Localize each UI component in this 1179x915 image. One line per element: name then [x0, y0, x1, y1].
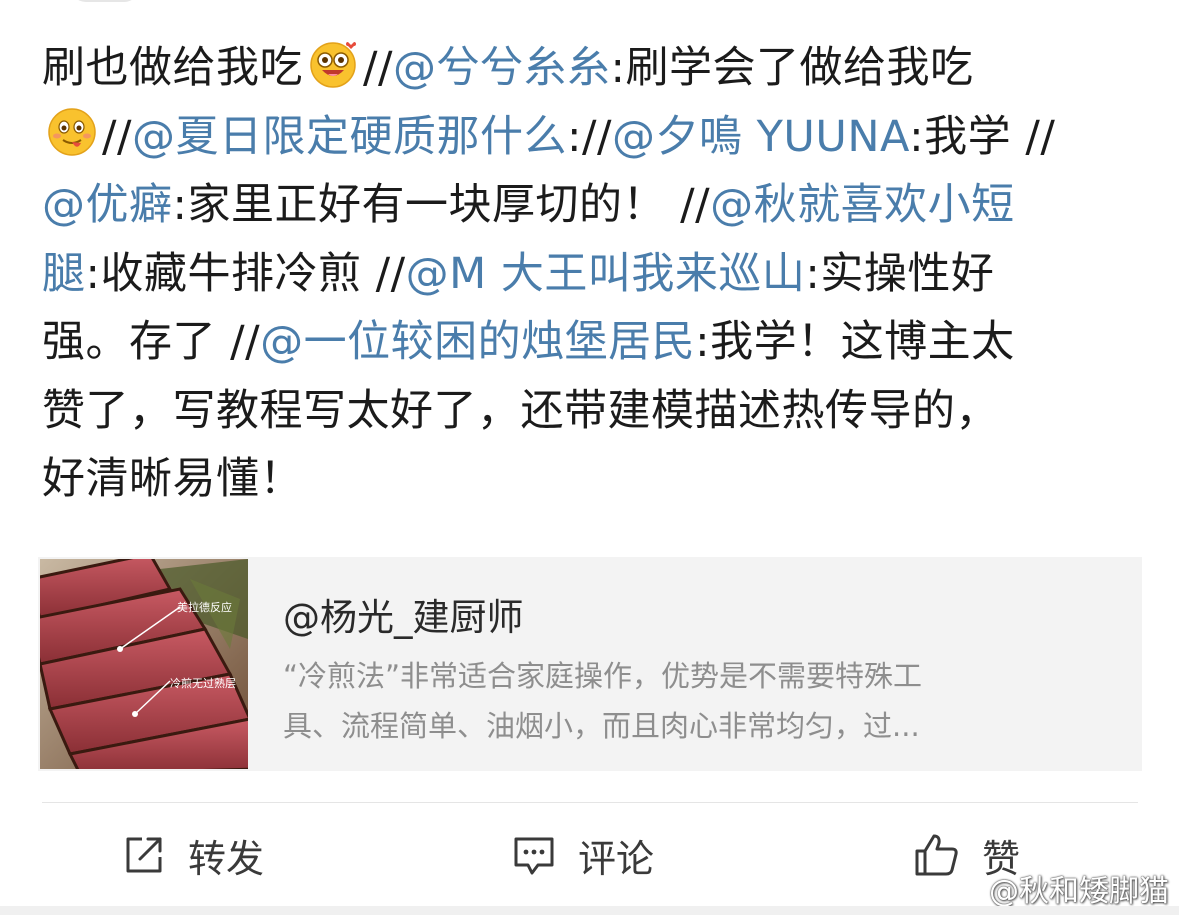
mention-link[interactable]: @秋就喜欢小短 — [710, 180, 1015, 230]
post-line-7: 好清晰易懂！ — [42, 454, 303, 504]
shared-article-card[interactable]: 美拉德反应 冷煎无过熟层 @杨光_建厨师 “冷煎法”非常适合家庭操作，优势是不需… — [38, 557, 1142, 771]
repost-label: 转发 — [188, 836, 265, 881]
steak-image: 美拉德反应 冷煎无过熟层 — [40, 559, 248, 769]
top-cutoff-element — [70, 0, 140, 2]
comment-label: 评论 — [578, 836, 655, 881]
post-text-segment: :家里正好有一块厚切的！ // — [172, 180, 711, 230]
post-body: 刷也做给我吃 //@兮兮糸糸:刷学会了做给我吃 //@夏日限定硬质那什么://@… — [42, 34, 1142, 514]
watermark-text: @秋和矮脚猫 — [989, 874, 1169, 909]
post-text-segment: 刷也做给我吃 — [42, 43, 303, 93]
mention-link[interactable]: @一位较困的烛堡居民 — [260, 317, 695, 367]
mention-link[interactable]: @M 大王叫我来巡山 — [406, 249, 806, 299]
post-line-3: @优癖:家里正好有一块厚切的！ //@秋就喜欢小短 — [42, 171, 1142, 240]
divider — [42, 802, 1138, 803]
comment-button[interactable]: 评论 — [512, 820, 654, 890]
post-text-segment: :我学！这博主太 — [695, 317, 1015, 367]
post-text-segment: :我学 // — [909, 111, 1056, 162]
post-text-segment: // — [102, 111, 132, 162]
post-text-segment: :收藏牛排冷煎 // — [85, 248, 406, 299]
card-title[interactable]: @杨光_建厨师 — [283, 587, 524, 641]
post-text-segment: :// — [566, 111, 612, 162]
post-line-6: 赞了，写教程写太好了，还带建模描述热传导的， — [42, 385, 999, 436]
post-text-segment: :实操性好 — [805, 248, 995, 299]
mention-link[interactable]: @兮兮糸糸 — [393, 43, 611, 93]
post-line-2: //@夏日限定硬质那什么://@夕鳴 YUUNA:我学 // — [42, 103, 1142, 172]
post-text-segment: // — [363, 43, 393, 93]
drooling-love-emoji-icon — [310, 42, 356, 88]
thumb-label: 美拉德反应 — [177, 600, 232, 614]
mention-link[interactable]: @优癖 — [42, 180, 173, 230]
tongue-out-emoji-icon — [48, 107, 96, 156]
watermark: @秋和矮脚猫 — [949, 866, 1169, 910]
card-description-line: 具、流程简单、油烟小，而且肉心非常均匀，过... — [283, 709, 920, 743]
post-text-segment: :刷学会了做给我吃 — [610, 43, 974, 93]
mention-link[interactable]: @夕鳴 YUUNA — [612, 112, 909, 162]
post-line-1: 刷也做给我吃 //@兮兮糸糸:刷学会了做给我吃 — [42, 34, 1142, 103]
bottom-strip — [0, 906, 1179, 915]
comment-icon — [514, 837, 554, 875]
repost-button[interactable]: 转发 — [122, 820, 264, 890]
thumb-label: 冷煎无过熟层 — [170, 676, 236, 690]
mention-link[interactable]: 腿 — [42, 249, 86, 299]
card-description: “冷煎法”非常适合家庭操作，优势是不需要特殊工 具、流程简单、油烟小，而且肉心非… — [283, 651, 1103, 751]
weibo-icon — [949, 874, 987, 904]
mention-link[interactable]: @夏日限定硬质那什么 — [132, 112, 567, 162]
post-line-5: 强。存了 //@一位较困的烛堡居民:我学！这博主太 — [42, 308, 1142, 377]
steak-thumbnail: 美拉德反应 冷煎无过熟层 — [40, 559, 248, 769]
post-line-4: 腿:收藏牛排冷煎 //@M 大王叫我来巡山:实操性好 — [42, 240, 1142, 309]
share-icon — [126, 837, 162, 873]
post-text-segment: 强。存了 // — [42, 317, 261, 367]
card-description-line: “冷煎法”非常适合家庭操作，优势是不需要特殊工 — [283, 659, 923, 693]
weibo-post-view: 刷也做给我吃 //@兮兮糸糸:刷学会了做给我吃 //@夏日限定硬质那什么://@… — [0, 0, 1179, 915]
